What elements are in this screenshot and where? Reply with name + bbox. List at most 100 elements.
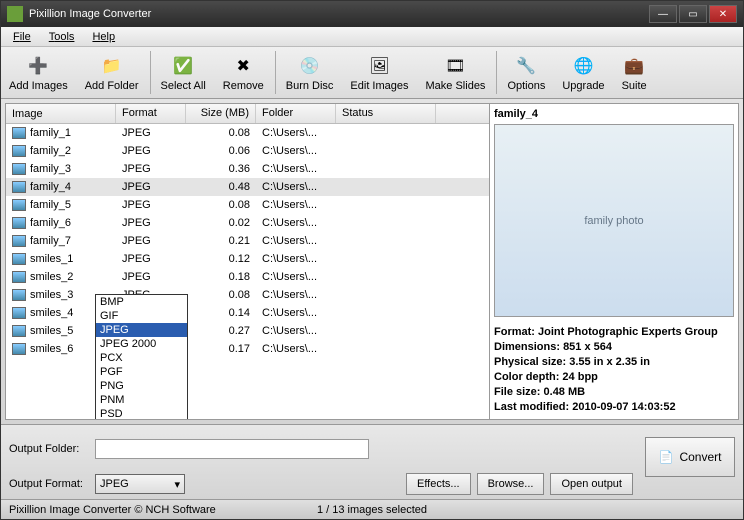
plus-icon: ➕ <box>26 54 50 78</box>
table-row[interactable]: family_7JPEG0.21C:\Users\... <box>6 232 489 250</box>
bottom-panel: Output Folder: 📄 Convert Output Format: … <box>1 424 743 499</box>
dropdown-option[interactable]: PNG <box>96 379 187 393</box>
output-format-label: Output Format: <box>9 478 89 490</box>
dropdown-option[interactable]: PNM <box>96 393 187 407</box>
table-row[interactable]: family_3JPEG0.36C:\Users\... <box>6 160 489 178</box>
info-physical: Physical size: 3.55 in x 2.35 in <box>494 355 734 370</box>
thumb-icon <box>12 127 26 139</box>
list-body: family_1JPEG0.08C:\Users\...family_2JPEG… <box>6 124 489 419</box>
menu-help[interactable]: Help <box>84 29 123 45</box>
options-button[interactable]: 🔧Options <box>499 47 554 98</box>
info-depth: Color depth: 24 bpp <box>494 370 734 385</box>
table-row[interactable]: smiles_1JPEG0.12C:\Users\... <box>6 250 489 268</box>
toolbar: ➕Add Images 📁Add Folder ✅Select All ✖Rem… <box>1 47 743 99</box>
thumb-icon <box>12 343 26 355</box>
output-folder-input[interactable] <box>95 439 369 459</box>
thumb-icon <box>12 235 26 247</box>
browse-button[interactable]: Browse... <box>477 473 545 495</box>
table-row[interactable]: family_1JPEG0.08C:\Users\... <box>6 124 489 142</box>
thumb-icon <box>12 217 26 229</box>
thumb-icon <box>12 145 26 157</box>
status-center: 1 / 13 images selected <box>251 504 493 516</box>
col-format[interactable]: Format <box>116 104 186 123</box>
preview-image: family photo <box>494 124 734 317</box>
dropdown-option[interactable]: JPEG <box>96 323 187 337</box>
thumb-icon <box>12 253 26 265</box>
col-folder[interactable]: Folder <box>256 104 336 123</box>
col-image[interactable]: Image <box>6 104 116 123</box>
make-slides-button[interactable]: 🎞Make Slides <box>418 47 495 98</box>
menu-file[interactable]: File <box>5 29 39 45</box>
table-row[interactable]: smiles_3JPEG0.08C:\Users\... <box>6 286 489 304</box>
slides-icon: 🎞 <box>443 54 467 78</box>
output-folder-label: Output Folder: <box>9 443 89 455</box>
table-row[interactable]: smiles_40.14C:\Users\... <box>6 304 489 322</box>
effects-button[interactable]: Effects... <box>406 473 471 495</box>
folder-icon: 📁 <box>100 54 124 78</box>
table-row[interactable]: family_5JPEG0.08C:\Users\... <box>6 196 489 214</box>
thumb-icon <box>12 307 26 319</box>
preview-title: family_4 <box>494 108 734 120</box>
remove-button[interactable]: ✖Remove <box>215 47 273 98</box>
menubar: File Tools Help <box>1 27 743 47</box>
col-status[interactable]: Status <box>336 104 436 123</box>
close-button[interactable]: ✕ <box>709 5 737 23</box>
preview-panel: family_4 family photo Format: Joint Phot… <box>490 104 738 419</box>
status-left: Pixillion Image Converter © NCH Software <box>9 504 251 516</box>
maximize-button[interactable]: ▭ <box>679 5 707 23</box>
briefcase-icon: 💼 <box>622 54 646 78</box>
table-row[interactable]: smiles_60.17C:\Users\... <box>6 340 489 358</box>
thumb-icon <box>12 289 26 301</box>
dropdown-option[interactable]: PSD <box>96 407 187 419</box>
add-images-button[interactable]: ➕Add Images <box>1 47 77 98</box>
dropdown-option[interactable]: PCX <box>96 351 187 365</box>
window-title: Pixillion Image Converter <box>29 8 649 20</box>
chevron-down-icon: ▾ <box>174 478 180 491</box>
table-row[interactable]: family_2JPEG0.06C:\Users\... <box>6 142 489 160</box>
check-icon: ✅ <box>171 54 195 78</box>
image-icon: 🖼 <box>367 54 391 78</box>
output-format-select[interactable]: JPEG ▾ <box>95 474 185 494</box>
preview-info: Format: Joint Photographic Experts Group… <box>494 325 734 415</box>
format-dropdown[interactable]: BMPGIFJPEGJPEG 2000PCXPGFPNGPNMPSDRASTGA… <box>95 294 188 419</box>
dropdown-option[interactable]: GIF <box>96 309 187 323</box>
add-folder-button[interactable]: 📁Add Folder <box>77 47 148 98</box>
table-row[interactable]: smiles_50.27C:\Users\... <box>6 322 489 340</box>
app-window: Pixillion Image Converter — ▭ ✕ File Too… <box>0 0 744 520</box>
table-row[interactable]: smiles_2JPEG0.18C:\Users\... <box>6 268 489 286</box>
table-row[interactable]: family_4JPEG0.48C:\Users\... <box>6 178 489 196</box>
info-dimensions: Dimensions: 851 x 564 <box>494 340 734 355</box>
info-format: Format: Joint Photographic Experts Group <box>494 325 734 340</box>
minimize-button[interactable]: — <box>649 5 677 23</box>
open-output-button[interactable]: Open output <box>550 473 633 495</box>
convert-icon: 📄 <box>659 450 674 464</box>
suite-button[interactable]: 💼Suite <box>614 47 656 98</box>
statusbar: Pixillion Image Converter © NCH Software… <box>1 499 743 519</box>
convert-button[interactable]: 📄 Convert <box>645 437 735 477</box>
table-row[interactable]: family_6JPEG0.02C:\Users\... <box>6 214 489 232</box>
thumb-icon <box>12 271 26 283</box>
dropdown-option[interactable]: JPEG 2000 <box>96 337 187 351</box>
dropdown-option[interactable]: BMP <box>96 295 187 309</box>
app-icon <box>7 6 23 22</box>
col-size[interactable]: Size (MB) <box>186 104 256 123</box>
disc-icon: 💿 <box>298 54 322 78</box>
titlebar: Pixillion Image Converter — ▭ ✕ <box>1 1 743 27</box>
info-modified: Last modified: 2010-09-07 14:03:52 <box>494 400 734 415</box>
thumb-icon <box>12 325 26 337</box>
edit-images-button[interactable]: 🖼Edit Images <box>342 47 417 98</box>
wrench-icon: 🔧 <box>514 54 538 78</box>
thumb-icon <box>12 181 26 193</box>
dropdown-option[interactable]: PGF <box>96 365 187 379</box>
burn-disc-button[interactable]: 💿Burn Disc <box>278 47 343 98</box>
list-header: Image Format Size (MB) Folder Status <box>6 104 489 124</box>
menu-tools[interactable]: Tools <box>41 29 83 45</box>
thumb-icon <box>12 199 26 211</box>
thumb-icon <box>12 163 26 175</box>
info-filesize: File size: 0.48 MB <box>494 385 734 400</box>
select-all-button[interactable]: ✅Select All <box>153 47 215 98</box>
remove-icon: ✖ <box>231 54 255 78</box>
upgrade-button[interactable]: 🌐Upgrade <box>554 47 613 98</box>
file-list: Image Format Size (MB) Folder Status fam… <box>6 104 490 419</box>
globe-icon: 🌐 <box>571 54 595 78</box>
